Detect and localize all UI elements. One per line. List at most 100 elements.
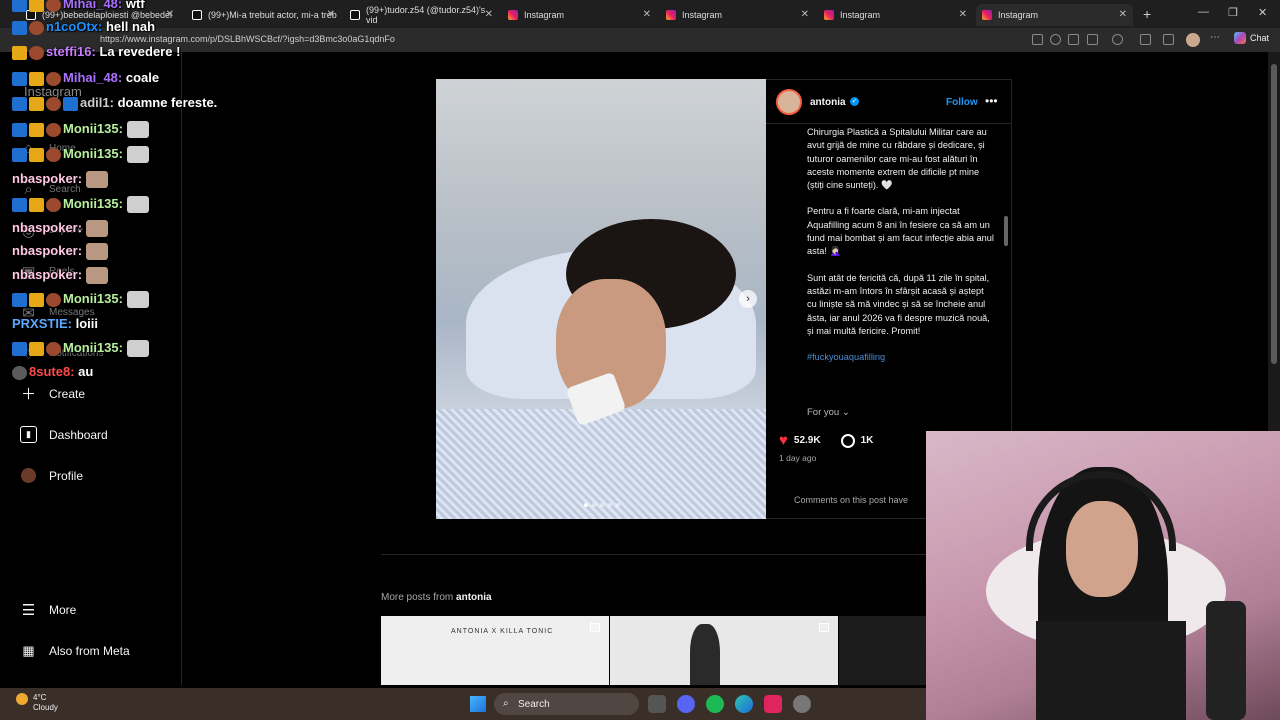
chat-username[interactable]: PRXSTIE: [12, 316, 68, 331]
windows-start-icon[interactable]: [470, 696, 486, 712]
comment-icon[interactable]: [840, 433, 855, 448]
chat-username[interactable]: adil1: [80, 95, 110, 110]
browser-tab[interactable]: (99+)Mi-a trebuit actor, mi-a treb ✕: [186, 4, 341, 26]
chat-username[interactable]: nbaspoker: [12, 243, 78, 258]
chat-username[interactable]: nbaspoker: [12, 171, 78, 186]
chat-text: coale: [125, 70, 160, 85]
browser-profile-avatar[interactable]: [1186, 33, 1200, 47]
browser-tab[interactable]: Instagram ✕: [660, 4, 815, 26]
refresh-icon[interactable]: [1112, 34, 1123, 45]
chat-badge-icon: [12, 122, 27, 137]
chat-text: doamne fereste.: [117, 95, 218, 110]
chat-separator: :: [77, 171, 86, 186]
maximize-icon[interactable]: ❐: [1228, 6, 1238, 19]
browser-tab[interactable]: (99+)tudor.z54 (@tudor.z54)'s vid ✕: [344, 4, 499, 26]
copilot-chat-button[interactable]: Chat: [1234, 32, 1269, 44]
discord-icon[interactable]: [677, 695, 695, 713]
chat-badge-icon: [46, 292, 61, 307]
favorites-icon[interactable]: [1163, 34, 1174, 45]
scrollbar-thumb[interactable]: [1004, 216, 1008, 246]
chat-username[interactable]: Monii135: [63, 121, 119, 136]
minimize-icon[interactable]: —: [1198, 6, 1209, 18]
close-tab-icon[interactable]: ✕: [643, 9, 651, 20]
post-photo[interactable]: [436, 79, 766, 519]
obs-icon[interactable]: [793, 695, 811, 713]
hashtag-link[interactable]: #fuckyouaquafilling: [807, 351, 995, 364]
instagram-icon: [508, 10, 518, 20]
chat-text: au: [78, 364, 94, 379]
close-tab-icon[interactable]: ✕: [801, 9, 809, 20]
more-post-thumbnail[interactable]: ANTONIA X KILLA TONIC: [381, 616, 609, 685]
app-icon[interactable]: [1032, 34, 1043, 45]
browser-tab[interactable]: Instagram ✕: [502, 4, 657, 26]
chat-username[interactable]: Monii135: [63, 340, 119, 355]
task-view-icon[interactable]: [648, 695, 666, 713]
browser-tab[interactable]: Instagram ✕: [818, 4, 973, 26]
close-window-icon[interactable]: ✕: [1258, 6, 1267, 19]
read-aloud-icon[interactable]: [1068, 34, 1079, 45]
close-tab-icon[interactable]: ✕: [1119, 9, 1127, 20]
more-options-icon[interactable]: •••: [985, 94, 998, 108]
more-menu-icon[interactable]: ⋯: [1210, 32, 1221, 43]
weather-icon[interactable]: [16, 693, 28, 705]
chat-username[interactable]: n1coOtx: [46, 19, 98, 34]
close-tab-icon[interactable]: ✕: [327, 9, 335, 20]
close-tab-icon[interactable]: ✕: [959, 9, 967, 20]
chat-message: nbaspoker:: [12, 267, 108, 285]
chat-username[interactable]: Mihai_48: [63, 0, 118, 11]
more-posts-user[interactable]: antonia: [456, 592, 492, 603]
taskbar-search[interactable]: ⌕ Search: [494, 693, 639, 715]
instagram-icon: [824, 10, 834, 20]
carousel-next-button[interactable]: ›: [739, 290, 757, 308]
account-username[interactable]: antonia: [810, 97, 846, 108]
more-post-thumbnail[interactable]: [839, 616, 929, 685]
chat-separator: :: [118, 121, 127, 136]
for-you-dropdown[interactable]: For you ⌄: [807, 407, 850, 418]
close-tab-icon[interactable]: ✕: [485, 9, 493, 20]
more-post-thumbnail[interactable]: [610, 616, 838, 685]
sidebar-item-profile[interactable]: Profile: [20, 467, 83, 484]
chat-username[interactable]: nbaspoker: [12, 220, 78, 235]
carousel-indicator-icon: [590, 623, 600, 632]
chat-username[interactable]: Mihai_48: [63, 70, 118, 85]
chat-username[interactable]: 8sute8: [29, 364, 70, 379]
url-input[interactable]: https://www.instagram.com/p/DSLBhWSCBcf/…: [100, 34, 395, 44]
chat-badge-icon: [12, 96, 27, 111]
new-tab-button[interactable]: +: [1143, 6, 1151, 22]
meta-icon: ▦: [22, 642, 35, 658]
chat-username[interactable]: Monii135: [63, 196, 119, 211]
sidebar-item-more[interactable]: ☰ More: [20, 601, 77, 619]
follow-button[interactable]: Follow: [946, 97, 978, 108]
sidebar-item-create[interactable]: ＋ Create: [20, 385, 85, 403]
account-avatar[interactable]: [776, 89, 802, 115]
chat-badge-icon: [29, 45, 44, 60]
comments-limited-notice: Comments on this post have: [794, 495, 909, 505]
post-header: antonia ✓ Follow •••: [766, 80, 1012, 124]
spotify-icon[interactable]: [706, 695, 724, 713]
chat-message: 8sute8: au: [12, 364, 93, 380]
zoom-icon[interactable]: [1050, 34, 1061, 45]
weather-widget[interactable]: 4°C Cloudy: [33, 693, 58, 713]
sidebar-item-dashboard[interactable]: ▮ Dashboard: [20, 426, 108, 443]
caption-scrollbar[interactable]: [1003, 126, 1009, 418]
chat-username[interactable]: Monii135: [63, 291, 119, 306]
chat-badge-icon: [29, 20, 44, 35]
tab-label: Instagram: [998, 10, 1039, 20]
chat-emote-icon: [85, 267, 108, 285]
chat-badge-icon: [29, 292, 44, 307]
chat-username[interactable]: nbaspoker: [12, 267, 78, 282]
chat-username[interactable]: Monii135: [63, 146, 119, 161]
sidebar-item-also-from-meta[interactable]: ▦ Also from Meta: [20, 642, 129, 659]
hamburger-icon: ☰: [21, 601, 36, 619]
favorite-star-icon[interactable]: [1087, 34, 1098, 45]
browser-tab-active[interactable]: Instagram ✕: [976, 4, 1133, 26]
copilot-icon: [1234, 32, 1246, 44]
close-tab-icon[interactable]: ✕: [166, 9, 174, 20]
app-icon[interactable]: [764, 695, 782, 713]
extensions-icon[interactable]: [1140, 34, 1151, 45]
chat-separator: :: [70, 364, 79, 379]
like-heart-icon[interactable]: ♥: [779, 432, 788, 449]
chat-username[interactable]: steffi16: [46, 44, 92, 59]
edge-icon[interactable]: [735, 695, 753, 713]
scrollbar-thumb[interactable]: [1271, 64, 1277, 364]
